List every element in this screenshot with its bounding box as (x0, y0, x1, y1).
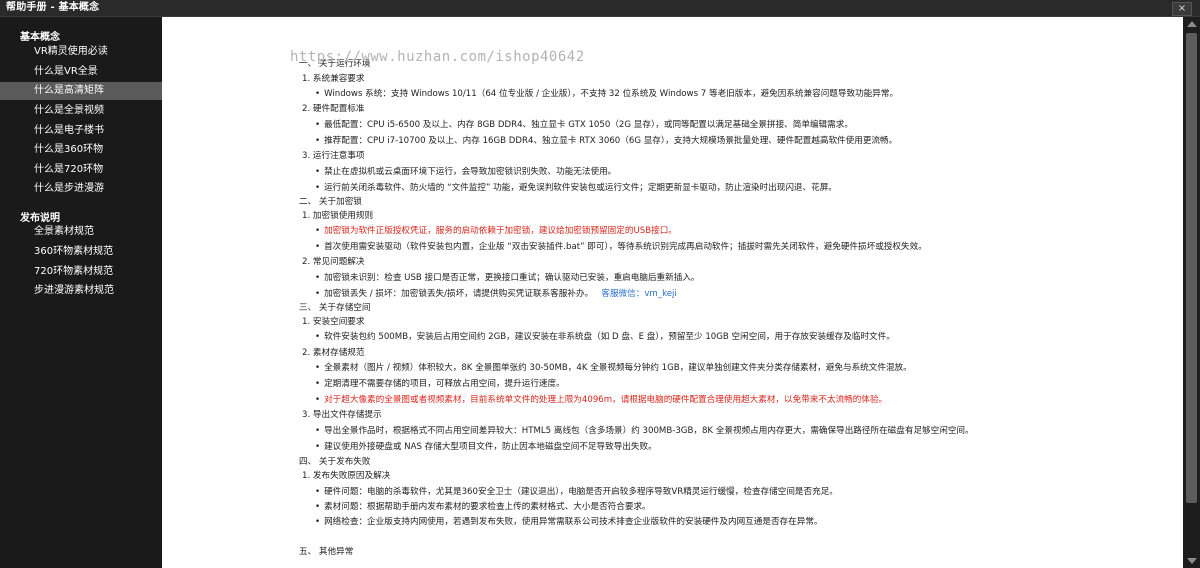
title-bar: 帮助手册 - 基本概念 × (0, 0, 1200, 17)
sidebar-item-vr-must-read[interactable]: VR精灵使用必读 (0, 43, 162, 61)
scroll-thumb[interactable] (1186, 33, 1197, 503)
sidebar-item-360-object[interactable]: 什么是360环物 (0, 141, 162, 159)
sub-heading: 1. 系统兼容要求 (302, 74, 365, 84)
document-content: 一、 关于运行环境 1. 系统兼容要求 • Windows 系统：支持 Windo… (162, 17, 1183, 568)
section-heading: 三、 关于存储空间 (299, 303, 371, 313)
sidebar-item-vr-panorama[interactable]: 什么是VR全景 (0, 63, 162, 81)
sidebar-item-panorama-video[interactable]: 什么是全景视频 (0, 102, 162, 120)
list-item-warning: • 加密锁为软件正版授权凭证，服务的启动依赖于加密锁，建议给加密锁预留固定的USB… (315, 226, 677, 236)
watermark-text: https://www.huzhan.com/ishop40642 (290, 49, 585, 65)
vertical-scrollbar[interactable] (1183, 17, 1200, 568)
sidebar-item-e-brochure[interactable]: 什么是电子楼书 (0, 122, 162, 140)
list-item: • 软件安装包约 500MB，安装后占用空间约 2GB，建议安装在非系统盘（如 D… (315, 332, 895, 342)
list-item: • 推荐配置：CPU i7-10700 及以上、内存 16GB DDR4、独立显卡… (315, 136, 898, 146)
list-item-warning: • 对于超大像素的全景图或者视频素材，目前系统单文件的处理上限为4096m，请根据… (315, 395, 888, 405)
section-heading: 五、 其他异常 (299, 547, 354, 557)
list-item: • 硬件问题：电脑的杀毒软件，尤其是360安全卫士（建议退出），电脑是否开启较多程… (315, 487, 838, 497)
sidebar-item-step-roaming[interactable]: 什么是步进漫游 (0, 180, 162, 198)
list-item: • 网络检查：企业版支持内网使用，若遇到发布失败，使用异常需联系公司技术排查企业版… (315, 517, 823, 527)
sub-heading: 3. 导出文件存储提示 (302, 410, 382, 420)
sidebar-section-publish-notes: 发布说明 (20, 213, 60, 224)
list-item: • 定期清理不需要存储的项目，可释放占用空间，提升运行速度。 (315, 379, 565, 389)
list-item: • 全景素材（图片 / 视频）体积较大，8K 全景图单张约 30-50MB，4K … (315, 363, 912, 373)
list-item: • 加密锁未识别：检查 USB 接口是否正常，更换接口重试；确认驱动已安装，重启电… (315, 273, 700, 283)
sidebar-section-basic-concepts: 基本概念 (20, 32, 60, 43)
list-item: • 禁止在虚拟机或云桌面环境下运行，会导致加密锁识别失败、功能无法使用。 (315, 167, 617, 177)
list-item: • 加密锁丢失 / 损坏：加密锁丢失/损坏，请提供购买凭证联系客服补办。 客服微信… (315, 289, 677, 299)
sidebar-item-panorama-spec[interactable]: 全景素材规范 (0, 223, 162, 241)
sub-heading: 1. 加密锁使用规则 (302, 211, 374, 221)
window-title: 帮助手册 - 基本概念 (6, 2, 100, 13)
list-item: • 运行前关闭杀毒软件、防火墙的 “文件监控” 功能，避免误判软件安装包或运行文件… (315, 183, 837, 193)
scroll-down-arrow-icon[interactable] (1187, 558, 1197, 564)
sidebar: 基本概念 VR精灵使用必读 什么是VR全景 什么是高清矩阵 什么是全景视频 什么… (0, 17, 162, 568)
list-item: • 首次使用需安装驱动（软件安装包内置，企业版 “双击安装插件.bat” 即可），… (315, 242, 927, 252)
close-button[interactable]: × (1172, 2, 1192, 16)
customer-service-link[interactable]: 客服微信：vm_keji (601, 289, 676, 299)
sub-heading: 3. 运行注意事项 (302, 151, 365, 161)
scroll-up-arrow-icon[interactable] (1187, 21, 1197, 27)
sub-heading: 2. 硬件配置标准 (302, 104, 365, 114)
help-window: 帮助手册 - 基本概念 × 基本概念 VR精灵使用必读 什么是VR全景 什么是高… (0, 0, 1200, 568)
sub-heading: 2. 素材存储规范 (302, 348, 365, 358)
sidebar-item-720-spec[interactable]: 720环物素材规范 (0, 263, 162, 281)
list-item: • Windows 系统：支持 Windows 10/11（64 位专业版 / 企… (315, 89, 899, 99)
sub-heading: 2. 常见问题解决 (302, 257, 365, 267)
list-item: • 最低配置：CPU i5-6500 及以上、内存 8GB DDR4、独立显卡 G… (315, 120, 853, 130)
list-item: • 素材问题：根据帮助手册内发布素材的要求检查上传的素材格式、大小是否符合要求。 (315, 502, 651, 512)
sub-heading: 1. 安装空间要求 (302, 317, 365, 327)
sidebar-item-hd-matrix[interactable]: 什么是高清矩阵 (0, 82, 162, 100)
section-heading: 四、 关于发布失败 (299, 457, 371, 467)
list-item: • 建议使用外接硬盘或 NAS 存储大型项目文件，防止因本地磁盘空间不足导致导出失… (315, 442, 657, 452)
section-heading: 二、 关于加密锁 (299, 197, 362, 207)
sidebar-item-360-spec[interactable]: 360环物素材规范 (0, 243, 162, 261)
sidebar-item-step-roaming-spec[interactable]: 步进漫游素材规范 (0, 282, 162, 300)
sidebar-item-720-object[interactable]: 什么是720环物 (0, 161, 162, 179)
list-item: • 导出全景作品时，根据格式不同占用空间差异较大：HTML5 离线包（含多场景）约… (315, 426, 974, 436)
sub-heading: 1. 发布失败原因及解决 (302, 471, 391, 481)
